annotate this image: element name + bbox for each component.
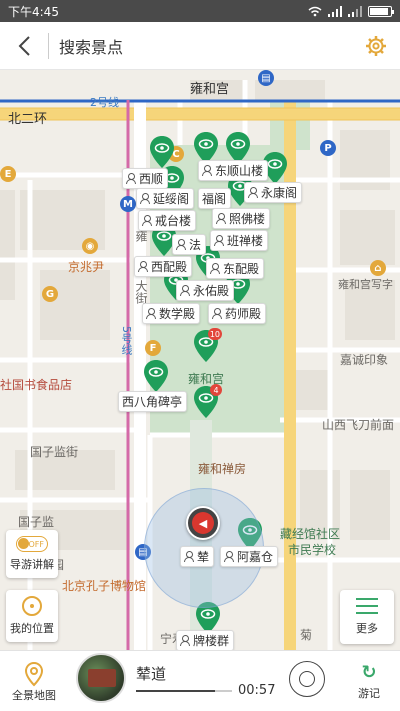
track-name: 辇道 xyxy=(136,665,167,683)
spot-tag-niandao[interactable]: 辇 xyxy=(180,546,215,567)
more-button[interactable]: 更多 xyxy=(340,590,394,644)
person-icon xyxy=(140,193,150,204)
person-icon xyxy=(146,308,156,319)
player-bar: 全景地图 辇道 00:57 ↻ 游记 xyxy=(0,650,400,711)
settings-button[interactable] xyxy=(352,22,400,70)
person-icon xyxy=(216,213,226,224)
header: 搜索景点 xyxy=(0,22,400,70)
progress-bar[interactable] xyxy=(136,690,232,692)
scenic-pin-13[interactable]: 4 xyxy=(193,384,222,420)
spot-tag-yongkang[interactable]: 永康阁 xyxy=(244,182,303,203)
spot-tag-fu[interactable]: 福阁 xyxy=(198,188,232,209)
person-icon xyxy=(248,187,258,198)
status-time: 下午4:45 xyxy=(8,4,59,19)
my-location-button[interactable]: 我的位置 xyxy=(6,590,58,642)
spot-tag-yansui[interactable]: 延绥阁 xyxy=(136,188,195,209)
person-icon xyxy=(126,173,136,184)
status-icons xyxy=(308,5,394,17)
now-playing-marker[interactable]: ◀ xyxy=(186,506,220,540)
scenic-pin-1[interactable] xyxy=(149,135,175,170)
play-pause-button[interactable] xyxy=(289,661,325,697)
progress-fill xyxy=(136,690,215,692)
spot-tag-banchan[interactable]: 班禅楼 xyxy=(210,230,269,251)
spot-tag-dongpei[interactable]: 东配殿 xyxy=(206,258,265,279)
spot-tag-ajiacang[interactable]: 阿嘉仓 xyxy=(220,546,279,567)
checkin-icon: ↻ xyxy=(361,662,377,683)
map-pin-icon xyxy=(24,661,44,687)
spot-tag-shuxue[interactable]: 数学殿 xyxy=(142,303,201,324)
spot-tag-yongyou[interactable]: 永佑殿 xyxy=(176,280,235,301)
gear-icon xyxy=(366,35,386,56)
full-map-button[interactable]: 全景地图 xyxy=(6,655,62,709)
spot-tag-zhaofo[interactable]: 照佛楼 xyxy=(212,208,271,229)
wifi-icon xyxy=(308,6,322,16)
track-duration: 00:57 xyxy=(238,683,276,698)
location-label: 我的位置 xyxy=(10,622,54,635)
travel-note-label: 游记 xyxy=(358,687,380,700)
back-button[interactable] xyxy=(0,22,48,70)
scenic-pin-11[interactable]: 10 xyxy=(193,328,222,364)
spot-tag-dongshun[interactable]: 东顺山楼 xyxy=(198,160,269,181)
pin-badge-10: 10 xyxy=(207,328,222,340)
person-icon xyxy=(202,165,212,176)
person-icon xyxy=(180,285,190,296)
travel-note-button[interactable]: ↻ 游记 xyxy=(345,655,393,709)
spot-tag-jietai[interactable]: 戒台楼 xyxy=(138,210,197,231)
track-thumbnail xyxy=(76,653,126,703)
spot-tag-fa[interactable]: 法 xyxy=(172,234,207,255)
more-label: 更多 xyxy=(356,622,378,635)
person-icon xyxy=(212,308,222,319)
spot-tag-pailou[interactable]: 牌楼群 xyxy=(176,630,235,650)
person-icon xyxy=(210,263,220,274)
status-bar: 下午4:45 xyxy=(0,0,400,22)
person-icon xyxy=(180,635,190,646)
menu-icon xyxy=(356,598,378,614)
signal-icon xyxy=(328,5,342,17)
guide-toggle-button[interactable]: OFF 导游讲解 xyxy=(6,530,58,578)
person-icon xyxy=(214,235,224,246)
spot-tag-xipei[interactable]: 西配殿 xyxy=(134,256,193,277)
app-root: 下午4:45 搜索景点 雍和宫 北二环 2号线 5号线 京兆尹 大街 雍 雍和宫… xyxy=(0,0,400,711)
speaker-icon: ◀ xyxy=(192,512,214,534)
chevron-left-icon xyxy=(18,35,30,56)
pin-badge-4: 4 xyxy=(210,384,222,396)
search-spots-field[interactable]: 搜索景点 xyxy=(49,34,352,58)
person-icon xyxy=(142,215,152,226)
spot-tag-xibajiao[interactable]: 西八角碑亭 xyxy=(118,391,188,412)
person-icon xyxy=(176,239,186,250)
full-map-label: 全景地图 xyxy=(12,689,56,702)
person-icon xyxy=(224,551,234,562)
battery-icon xyxy=(368,5,394,17)
scenic-pin-12[interactable] xyxy=(143,359,169,394)
person-icon xyxy=(184,551,194,562)
spot-tag-xishun[interactable]: 西顺 xyxy=(122,168,169,189)
signal-icon-2 xyxy=(348,5,362,17)
guide-toggle[interactable]: OFF xyxy=(16,536,48,552)
crosshair-icon xyxy=(22,596,42,616)
person-icon xyxy=(138,261,148,272)
map-view[interactable]: 雍和宫 北二环 2号线 5号线 京兆尹 大街 雍 雍和宫 雍和禅房 国子监街 国… xyxy=(0,70,400,650)
guide-label: 导游讲解 xyxy=(10,558,54,571)
spot-tag-yaoshi[interactable]: 药师殿 xyxy=(208,303,267,324)
